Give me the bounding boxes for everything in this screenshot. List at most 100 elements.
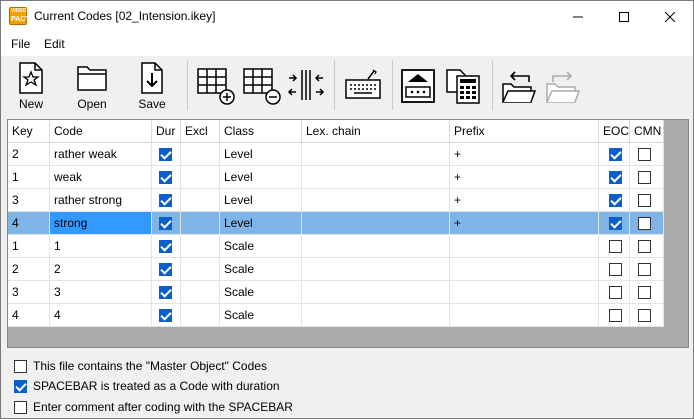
- cell-lex-chain[interactable]: [302, 304, 450, 326]
- dur-checkbox[interactable]: [159, 194, 172, 207]
- cell-key[interactable]: 3: [8, 281, 50, 303]
- cell-lex-chain[interactable]: [302, 281, 450, 303]
- dur-checkbox[interactable]: [159, 286, 172, 299]
- dur-checkbox[interactable]: [159, 148, 172, 161]
- cell-code[interactable]: rather strong: [50, 189, 152, 211]
- remove-row-button[interactable]: [241, 60, 283, 112]
- cmn-checkbox[interactable]: [638, 217, 651, 230]
- save-button[interactable]: Save: [132, 60, 172, 112]
- cell-key[interactable]: 3: [8, 189, 50, 211]
- cell-key[interactable]: 2: [8, 143, 50, 165]
- cell-code[interactable]: strong: [50, 212, 152, 234]
- cell-lex-chain[interactable]: [302, 258, 450, 280]
- column-header-class[interactable]: Class: [220, 120, 302, 142]
- cell-lex-chain[interactable]: [302, 166, 450, 188]
- minimize-button[interactable]: [555, 1, 601, 32]
- cell-code[interactable]: 3: [50, 281, 152, 303]
- column-header-excl[interactable]: Excl: [181, 120, 220, 142]
- cmn-checkbox[interactable]: [638, 148, 651, 161]
- table-row[interactable]: 1 1 Scale: [8, 235, 664, 258]
- menu-edit[interactable]: Edit: [44, 37, 65, 51]
- column-header-prefix[interactable]: Prefix: [450, 120, 599, 142]
- column-header-key[interactable]: Key: [8, 120, 50, 142]
- table-row[interactable]: 3 rather strong Level +: [8, 189, 664, 212]
- cell-class[interactable]: Level: [220, 143, 302, 165]
- cmn-checkbox[interactable]: [638, 194, 651, 207]
- master-object-checkbox[interactable]: [14, 360, 27, 373]
- cell-excl[interactable]: [181, 304, 220, 326]
- cell-prefix[interactable]: [450, 281, 599, 303]
- calculator-list-button[interactable]: [443, 60, 485, 112]
- column-header-cmn[interactable]: CMN: [630, 120, 664, 142]
- cell-class[interactable]: Scale: [220, 304, 302, 326]
- cmn-checkbox[interactable]: [638, 263, 651, 276]
- cell-class[interactable]: Scale: [220, 281, 302, 303]
- table-row[interactable]: 4 strong Level +: [8, 212, 664, 235]
- undo-button[interactable]: [498, 60, 540, 112]
- cell-prefix[interactable]: [450, 235, 599, 257]
- cell-class[interactable]: Scale: [220, 258, 302, 280]
- cell-class[interactable]: Level: [220, 212, 302, 234]
- cell-lex-chain[interactable]: [302, 143, 450, 165]
- maximize-button[interactable]: [601, 1, 647, 32]
- eoc-checkbox[interactable]: [609, 286, 622, 299]
- column-header-lex-chain[interactable]: Lex. chain: [302, 120, 450, 142]
- cell-prefix[interactable]: +: [450, 212, 599, 234]
- cell-class[interactable]: Level: [220, 189, 302, 211]
- cmn-checkbox[interactable]: [638, 240, 651, 253]
- cmn-checkbox[interactable]: [638, 286, 651, 299]
- cell-class[interactable]: Level: [220, 166, 302, 188]
- cell-class[interactable]: Scale: [220, 235, 302, 257]
- cell-key[interactable]: 1: [8, 235, 50, 257]
- cell-prefix[interactable]: [450, 304, 599, 326]
- eoc-checkbox[interactable]: [609, 171, 622, 184]
- cell-code[interactable]: 4: [50, 304, 152, 326]
- cell-code[interactable]: 1: [50, 235, 152, 257]
- table-row[interactable]: 2 rather weak Level +: [8, 143, 664, 166]
- close-button[interactable]: [647, 1, 693, 32]
- cell-code[interactable]: 2: [50, 258, 152, 280]
- cell-excl[interactable]: [181, 258, 220, 280]
- cell-excl[interactable]: [181, 281, 220, 303]
- column-header-eoc[interactable]: EOC: [599, 120, 630, 142]
- eoc-checkbox[interactable]: [609, 263, 622, 276]
- cell-prefix[interactable]: +: [450, 166, 599, 188]
- eoc-checkbox[interactable]: [609, 194, 622, 207]
- cell-lex-chain[interactable]: [302, 189, 450, 211]
- dur-checkbox[interactable]: [159, 240, 172, 253]
- cell-excl[interactable]: [181, 189, 220, 211]
- dur-checkbox[interactable]: [159, 309, 172, 322]
- cell-prefix[interactable]: +: [450, 143, 599, 165]
- dur-checkbox[interactable]: [159, 217, 172, 230]
- redo-button[interactable]: [542, 60, 584, 112]
- split-columns-button[interactable]: [285, 60, 327, 112]
- open-button[interactable]: Open: [71, 60, 113, 112]
- print-button[interactable]: [397, 60, 439, 112]
- cell-excl[interactable]: [181, 212, 220, 234]
- new-button[interactable]: New: [11, 60, 51, 112]
- dur-checkbox[interactable]: [159, 263, 172, 276]
- table-row[interactable]: 1 weak Level +: [8, 166, 664, 189]
- eoc-checkbox[interactable]: [609, 240, 622, 253]
- cell-prefix[interactable]: [450, 258, 599, 280]
- dur-checkbox[interactable]: [159, 171, 172, 184]
- spacebar-duration-checkbox[interactable]: [14, 380, 27, 393]
- cell-excl[interactable]: [181, 235, 220, 257]
- cell-lex-chain[interactable]: [302, 212, 450, 234]
- cmn-checkbox[interactable]: [638, 309, 651, 322]
- cell-lex-chain[interactable]: [302, 235, 450, 257]
- spacebar-comment-checkbox[interactable]: [14, 401, 27, 414]
- cell-key[interactable]: 1: [8, 166, 50, 188]
- cell-excl[interactable]: [181, 143, 220, 165]
- keyboard-button[interactable]: [341, 60, 385, 112]
- cell-key[interactable]: 2: [8, 258, 50, 280]
- table-row[interactable]: 3 3 Scale: [8, 281, 664, 304]
- menu-file[interactable]: File: [11, 37, 30, 51]
- column-header-dur[interactable]: Dur: [152, 120, 181, 142]
- eoc-checkbox[interactable]: [609, 217, 622, 230]
- cell-key[interactable]: 4: [8, 212, 50, 234]
- cell-code[interactable]: rather weak: [50, 143, 152, 165]
- eoc-checkbox[interactable]: [609, 309, 622, 322]
- cmn-checkbox[interactable]: [638, 171, 651, 184]
- column-header-code[interactable]: Code: [50, 120, 152, 142]
